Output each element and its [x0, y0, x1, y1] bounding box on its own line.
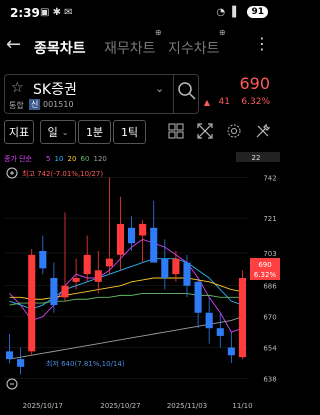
- low-label: 최저 640(7.81%,10/14): [46, 359, 125, 368]
- back-arrow-icon[interactable]: ←: [6, 34, 21, 55]
- stock-header: ☆ SK증권 ⌄ 통합 신 001510 690 ▲ 41 6.32%: [0, 70, 280, 115]
- candle-body: [150, 227, 158, 263]
- candle-body: [94, 270, 102, 282]
- ma-legend-item: 10: [55, 155, 64, 163]
- tab-index-chart[interactable]: 지수차트 ⊕: [168, 28, 226, 58]
- tab-financial-chart[interactable]: 재무차트 ⊕: [104, 28, 162, 58]
- tab-label: 재무차트: [104, 41, 156, 57]
- status-bar: 2:39 ▣ ✱ ✉ ◔ ▐ 91: [0, 0, 280, 26]
- candle-body: [5, 351, 14, 360]
- candle-body: [116, 223, 125, 255]
- up-arrow-icon: ▲: [203, 98, 210, 107]
- globe-icon: ⊕: [154, 28, 162, 37]
- candle-body: [127, 227, 136, 244]
- y-tick-label: 703: [263, 250, 276, 258]
- stock-code: 001510: [43, 100, 74, 109]
- candle-body: [105, 258, 113, 267]
- candle-body: [183, 262, 191, 286]
- chevron-down-icon: ⌄: [61, 127, 69, 137]
- candle-body: [50, 278, 58, 306]
- tab-label: 종목차트: [34, 41, 86, 57]
- notification-icon: ▣ ✱ ✉: [40, 7, 73, 18]
- layout-grid-icon[interactable]: [168, 123, 184, 139]
- period-day-button[interactable]: 일 ⌄: [40, 120, 76, 144]
- market-label: 통합: [9, 101, 24, 110]
- clock: 2:39: [10, 6, 40, 20]
- credit-badge: 신: [29, 99, 41, 110]
- candle-body: [83, 254, 91, 275]
- ma-legend-item: 5: [46, 155, 50, 163]
- y-tick-label: 742: [263, 175, 276, 183]
- more-menu-icon[interactable]: ⋮: [254, 34, 270, 53]
- chart-toolbar: 지표 일 ⌄ 1분 1틱: [0, 118, 280, 148]
- star-icon[interactable]: ☆: [11, 80, 24, 96]
- candle-body: [139, 223, 147, 236]
- high-label: 최고 742(-7.01%,10/27): [22, 169, 103, 178]
- candle-body: [17, 359, 25, 367]
- search-icon[interactable]: [177, 81, 197, 101]
- price-tag: 690: [258, 261, 271, 269]
- divider: [173, 75, 174, 113]
- candle-body: [161, 258, 169, 278]
- candle-body: [61, 285, 69, 298]
- minute-button[interactable]: 1분: [78, 120, 111, 144]
- ma-legend-title: 종가 단순: [4, 154, 33, 163]
- button-label: 지표: [8, 126, 30, 139]
- ma-line-20: [9, 277, 243, 300]
- wifi-icon: ◔ ▐: [216, 7, 236, 18]
- price-change: 41: [218, 97, 230, 107]
- button-label: 일: [47, 126, 58, 139]
- count-badge: 22: [252, 154, 261, 162]
- y-tick-label: 654: [263, 345, 277, 353]
- ma-legend-item: 120: [94, 155, 107, 163]
- candle-body: [194, 281, 202, 313]
- candle-body: [172, 258, 180, 275]
- tools-icon[interactable]: [255, 123, 271, 139]
- zoom-in-icon[interactable]: [6, 167, 18, 179]
- y-tick-label: 686: [263, 283, 277, 291]
- current-price: 690: [239, 74, 270, 93]
- change-rate: 6.32%: [241, 97, 270, 107]
- fullscreen-icon[interactable]: [197, 123, 213, 139]
- candle-body: [216, 328, 224, 336]
- ma-legend-item: 20: [68, 155, 77, 163]
- y-tick-label: 721: [263, 215, 276, 223]
- candle-body: [28, 254, 36, 352]
- y-tick-label: 670: [263, 314, 276, 322]
- candle-body: [72, 278, 80, 282]
- x-tick-label: 2025/11/03: [167, 402, 207, 410]
- stock-name: SK증권: [33, 82, 77, 98]
- x-tick-label: 2025/10/17: [23, 402, 63, 410]
- x-tick-label: 11/10: [232, 402, 252, 410]
- settings-gear-icon[interactable]: [226, 123, 242, 139]
- tab-stock-chart[interactable]: 종목차트: [34, 38, 86, 58]
- ma-legend-item: 60: [81, 155, 90, 163]
- stock-selector[interactable]: ☆ SK증권 ⌄ 통합 신 001510: [4, 74, 199, 114]
- top-nav: ← 종목차트 재무차트 ⊕ 지수차트 ⊕ ⋮: [0, 26, 280, 64]
- battery-indicator: 91: [247, 6, 268, 18]
- tab-label: 지수차트: [168, 41, 220, 57]
- tick-button[interactable]: 1틱: [113, 120, 146, 144]
- chevron-down-icon[interactable]: ⌄: [155, 82, 164, 95]
- button-label: 1분: [85, 126, 104, 139]
- rate-tag: 6.32%: [254, 271, 277, 279]
- candle-body: [227, 347, 235, 356]
- indicator-button[interactable]: 지표: [4, 120, 34, 144]
- globe-icon: ⊕: [218, 28, 226, 37]
- candlestick-chart[interactable]: 종가 단순 5 10 20 60 120 22 최고 742(-7.01%,10/27)…: [0, 150, 280, 412]
- y-tick-label: 638: [263, 375, 276, 383]
- button-label: 1틱: [120, 126, 139, 139]
- candle-body: [205, 312, 213, 329]
- candle-body: [39, 250, 47, 269]
- x-tick-label: 2025/10/27: [100, 402, 140, 410]
- zoom-out-icon[interactable]: [6, 378, 18, 390]
- candle-body: [238, 278, 247, 358]
